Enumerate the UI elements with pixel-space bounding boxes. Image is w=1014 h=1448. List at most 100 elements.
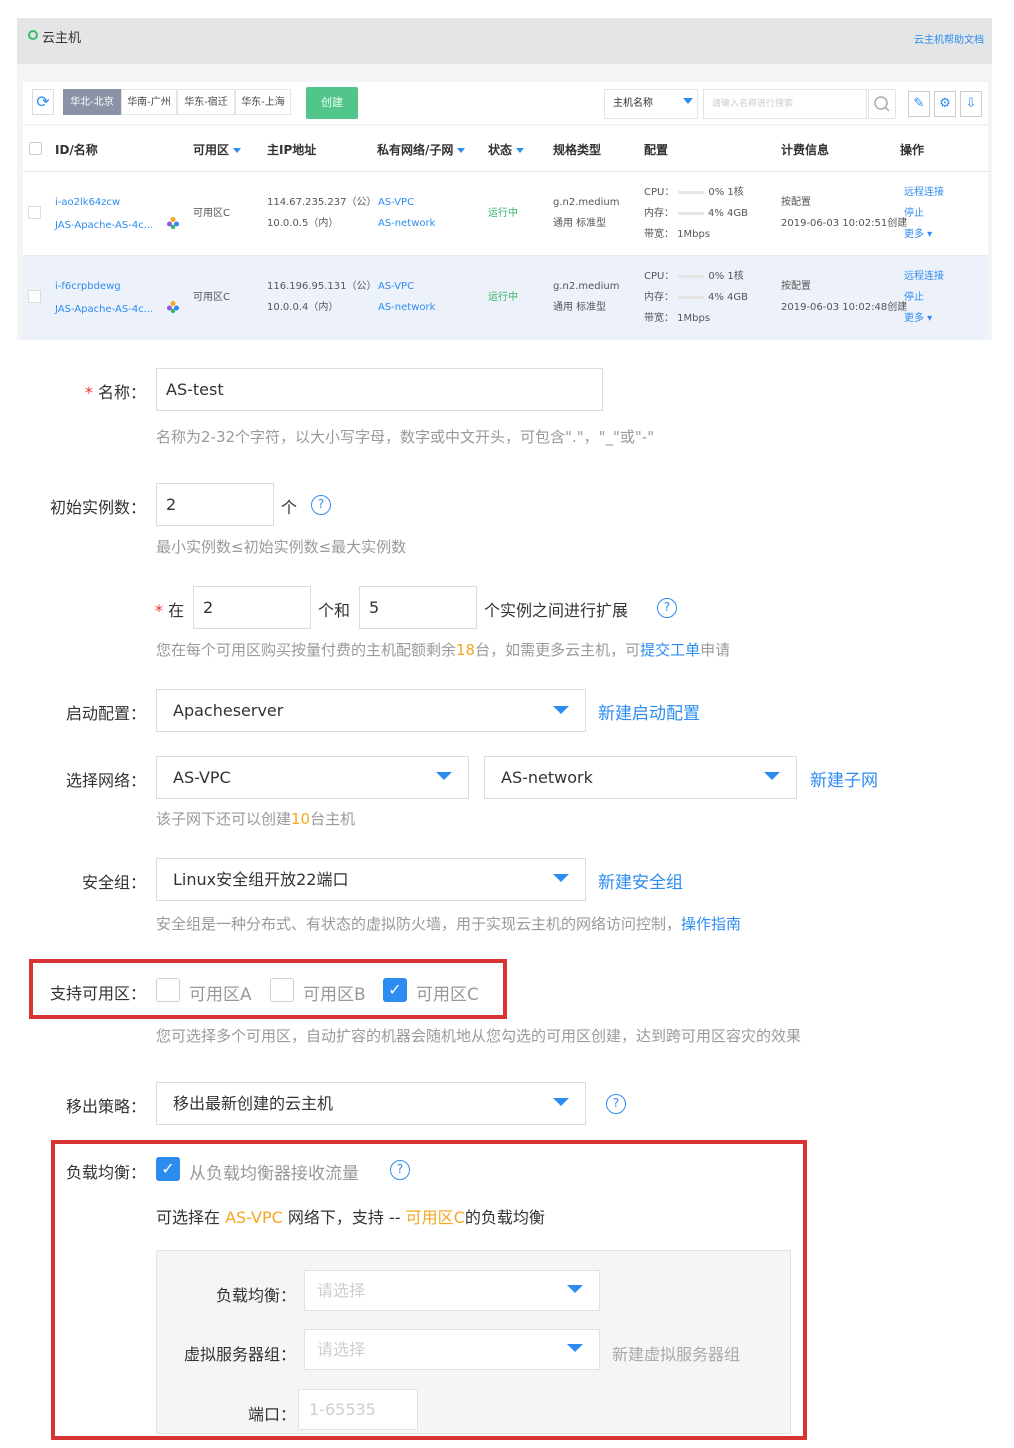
select-all-checkbox[interactable] (29, 142, 42, 155)
new-server-group-link[interactable]: 新建虚拟服务器组 (612, 1341, 740, 1365)
instance-id[interactable]: i-f6crpbdewg (55, 276, 121, 297)
region-tab-beijing[interactable]: 华北-北京 (63, 89, 121, 115)
public-ip: 114.67.235.237（公） (267, 197, 377, 208)
quota-hint-text: 台，如需更多云主机，可 (475, 641, 641, 659)
download-icon[interactable]: ⇩ (960, 91, 982, 117)
zone-c-label[interactable]: 可用区C (416, 980, 479, 1005)
search-type-select[interactable]: 主机名称 (604, 89, 698, 119)
removal-policy-select[interactable]: 移出最新创建的云主机 (156, 1082, 586, 1125)
region-tab-shanghai[interactable]: 华东-上海 (235, 89, 291, 115)
name-input[interactable]: AS-test (156, 368, 603, 411)
region-tab-suqian[interactable]: 华东-宿迁 (177, 89, 235, 115)
edit-icon[interactable]: ✎ (908, 91, 930, 117)
quota-hint: 您在每个可用区购买按量付费的主机配额剩余18台，如需更多云主机，可提交工单申请 (156, 639, 730, 660)
check-icon: ✓ (161, 1159, 175, 1178)
zone-b-label[interactable]: 可用区B (303, 980, 366, 1005)
chevron-down-icon (567, 1285, 583, 1293)
name-hint: 名称为2-32个字符，以大小写字母，数字或中文开头，可包含"."，"_"或"-" (156, 428, 655, 446)
help-icon[interactable]: ? (657, 598, 677, 618)
col-vpc[interactable]: 私有网络/子网 (377, 141, 466, 158)
col-ip: 主IP地址 (267, 141, 316, 158)
lb-enable-label[interactable]: 从负载均衡器接收流量 (189, 1159, 359, 1184)
zone-flower-icon (167, 217, 179, 230)
removal-policy-label: 移出策略： (65, 1097, 146, 1116)
search-icon (874, 96, 890, 112)
submit-ticket-link[interactable]: 提交工单 (640, 641, 700, 659)
col-config: 配置 (644, 141, 668, 158)
more-link[interactable]: 更多 ▾ (904, 224, 932, 245)
col-actions: 操作 (900, 141, 924, 158)
help-doc-link[interactable]: 云主机帮助文档 (914, 31, 984, 46)
subnet-link[interactable]: AS-network (378, 297, 435, 318)
lb-zone-name: 可用区C (405, 1208, 465, 1227)
region-tab-guangzhou[interactable]: 华南-广州 (121, 89, 177, 115)
new-security-group-link[interactable]: 新建安全组 (598, 868, 683, 893)
bandwidth: 带宽： 1Mbps (644, 229, 711, 240)
port-input[interactable]: 1-65535 (298, 1389, 418, 1430)
table-row[interactable]: i-ao2lk64zcw JAS-Apache-AS-4c... 可用区C 11… (23, 172, 988, 256)
row-checkbox[interactable] (28, 290, 41, 303)
launch-config-select[interactable]: Apacheserver (156, 689, 586, 732)
stop-link[interactable]: 停止 (904, 287, 924, 308)
col-config-label: 配置 (644, 143, 669, 157)
server-group-select[interactable]: 请选择 (304, 1329, 600, 1370)
initial-count-input[interactable]: 2 (156, 483, 274, 526)
zone-value: 可用区C (193, 292, 230, 303)
table-row[interactable]: i-f6crpbdewg JAS-Apache-AS-4c... 可用区C 11… (23, 256, 988, 340)
security-hint: 安全组是一种分布式、有状态的虚拟防火墙，用于实现云主机的网络访问控制，操作指南 (156, 913, 741, 934)
col-actions-label: 操作 (900, 143, 925, 157)
chevron-down-icon: ▾ (924, 229, 933, 240)
vpc-link[interactable]: AS-VPC (378, 192, 414, 213)
col-spec: 规格类型 (553, 141, 601, 158)
required-mark: * (155, 601, 163, 620)
col-status[interactable]: 状态 (488, 141, 525, 158)
col-billing-label: 计费信息 (781, 143, 830, 157)
remote-connect-link[interactable]: 远程连接 (904, 266, 944, 287)
lb-vpc-name: AS-VPC (225, 1208, 283, 1227)
mem-meter (678, 211, 704, 215)
zone-c-checkbox[interactable]: ✓ (383, 978, 407, 1002)
max-instances-input[interactable]: 5 (359, 586, 477, 629)
instance-id[interactable]: i-ao2lk64zcw (55, 192, 120, 213)
search-button[interactable] (868, 89, 896, 119)
vpc-link[interactable]: AS-VPC (378, 276, 414, 297)
lb-desc-text: 可选择在 (156, 1208, 221, 1227)
security-group-label: 安全组： (81, 873, 146, 892)
zone-a-label[interactable]: 可用区A (189, 980, 252, 1005)
gear-icon[interactable]: ⚙ (934, 91, 956, 117)
vpc-select[interactable]: AS-VPC (156, 756, 469, 799)
col-zone[interactable]: 可用区 (193, 141, 242, 158)
instance-name[interactable]: JAS-Apache-AS-4c... (55, 215, 153, 236)
chevron-down-icon (553, 1098, 569, 1106)
server-group-label: 虚拟服务器组： (183, 1345, 296, 1364)
search-input[interactable]: 请输入名称进行搜索 (703, 89, 867, 119)
initial-count-unit: 个 (281, 498, 298, 517)
help-icon[interactable]: ? (311, 495, 331, 515)
min-instances-input[interactable]: 2 (193, 586, 311, 629)
row-checkbox[interactable] (28, 206, 41, 219)
lb-enable-checkbox[interactable]: ✓ (156, 1157, 180, 1181)
stop-link[interactable]: 停止 (904, 203, 924, 224)
help-icon[interactable]: ? (606, 1094, 626, 1114)
subnet-select[interactable]: AS-network (484, 756, 797, 799)
new-launch-config-link[interactable]: 新建启动配置 (598, 699, 700, 724)
zone-a-checkbox[interactable] (156, 978, 180, 1002)
refresh-icon[interactable]: ⟳ (32, 89, 54, 115)
instance-name[interactable]: JAS-Apache-AS-4c... (55, 299, 153, 320)
chevron-down-icon (436, 772, 452, 780)
mem-usage: 内存： 4% 4GB (644, 287, 748, 308)
create-button[interactable]: 创建 (306, 87, 358, 119)
more-link[interactable]: 更多 ▾ (904, 308, 932, 329)
lb-label: 负载均衡： (65, 1163, 146, 1182)
guide-link[interactable]: 操作指南 (681, 915, 741, 933)
subnet-link[interactable]: AS-network (378, 213, 435, 234)
help-icon[interactable]: ? (390, 1160, 410, 1180)
filter-caret-icon (457, 148, 466, 153)
cpu-value: 0% 1核 (708, 271, 744, 282)
zone-b-checkbox[interactable] (270, 978, 294, 1002)
lb-select[interactable]: 请选择 (304, 1270, 600, 1311)
security-group-select[interactable]: Linux安全组开放22端口 (156, 858, 586, 901)
new-subnet-link[interactable]: 新建子网 (810, 766, 878, 791)
remote-connect-link[interactable]: 远程连接 (904, 182, 944, 203)
created-time: 2019-06-03 10:02:48创建 (781, 302, 908, 313)
